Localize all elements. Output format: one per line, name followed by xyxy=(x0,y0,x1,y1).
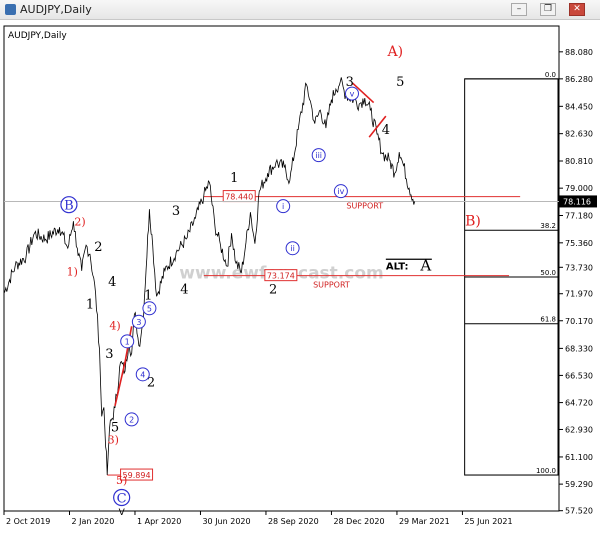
y-tick-label: 80.810 xyxy=(565,157,593,166)
chart-window: AUDJPY,Daily – ❐ ✕ AUDJPY,Dailywww.ewfor… xyxy=(0,0,600,538)
x-tick-label: 28 Sep 2020 xyxy=(268,517,319,526)
wave-label: 5 xyxy=(396,75,404,90)
chart-window-icon xyxy=(5,4,16,15)
wave-label-red: 1) xyxy=(67,265,78,278)
wave-label: 2 xyxy=(94,240,102,255)
y-tick-label: 64.720 xyxy=(565,399,593,408)
x-tick-label: 28 Dec 2020 xyxy=(333,517,384,526)
y-tick-label: 88.080 xyxy=(565,48,593,57)
y-tick-label: 62.930 xyxy=(565,425,593,434)
minimize-button[interactable]: – xyxy=(511,3,527,16)
y-tick-label: 77.180 xyxy=(565,211,593,220)
support-price-label: 73.174 xyxy=(267,272,295,281)
wave-label: 4 xyxy=(382,123,390,138)
x-tick-label: 25 Jun 2021 xyxy=(464,517,512,526)
wave-label-blue: iii xyxy=(315,151,322,160)
x-tick-label: 2 Oct 2019 xyxy=(6,517,50,526)
support-label: SUPPORT xyxy=(313,281,350,290)
wave-label: 3 xyxy=(105,347,113,362)
wave-label-major: B xyxy=(64,199,74,214)
x-tick-label: 1 Apr 2020 xyxy=(137,517,181,526)
y-tick-label: 68.330 xyxy=(565,344,593,353)
wave-label-blue: 1 xyxy=(125,337,130,346)
wave-label-blue: 4 xyxy=(140,370,145,379)
fib-level-label: 38.2 xyxy=(540,222,556,230)
window-title: AUDJPY,Daily xyxy=(20,3,92,16)
y-tick-label: 84.450 xyxy=(565,102,593,111)
wave-label-blue: ii xyxy=(290,244,294,253)
y-tick-label: 86.280 xyxy=(565,75,593,84)
x-tick-label: 29 Mar 2021 xyxy=(399,517,450,526)
wave-label: 4 xyxy=(180,282,188,297)
alt-label: ALT: xyxy=(386,261,409,272)
window-titlebar: AUDJPY,Daily – ❐ ✕ xyxy=(0,0,600,20)
y-tick-label: 75.360 xyxy=(565,239,593,248)
symbol-label: AUDJPY,Daily xyxy=(8,31,67,41)
y-tick-label: 79.000 xyxy=(565,184,593,193)
y-tick-label: 70.170 xyxy=(565,317,593,326)
wave-label: 1 xyxy=(230,171,238,186)
wave-label: 1 xyxy=(144,288,152,303)
restore-button[interactable]: ❐ xyxy=(540,3,556,16)
fib-level-label: 0.0 xyxy=(545,71,556,79)
fib-level-label: 61.8 xyxy=(540,316,556,324)
y-tick-label: 73.730 xyxy=(565,263,593,272)
y-tick-label: 61.100 xyxy=(565,453,593,462)
y-tick-label: 82.630 xyxy=(565,130,593,139)
wave-label: 3 xyxy=(172,204,180,219)
x-tick-label: 2 Jan 2020 xyxy=(71,517,114,526)
wave-label-blue: 2 xyxy=(129,415,134,424)
wave-label-red: 2) xyxy=(74,216,85,229)
wave-label-blue: v xyxy=(350,90,355,99)
y-tick-label: 59.290 xyxy=(565,480,593,489)
wave-label: 4 xyxy=(108,275,116,290)
y-tick-label: 57.520 xyxy=(565,507,593,516)
low-marker: V xyxy=(119,508,126,518)
fib-level-label: 50.0 xyxy=(540,269,556,277)
wave-label-red: 4) xyxy=(109,319,120,332)
wave-label-red: B) xyxy=(465,214,481,230)
y-tick-label: 71.970 xyxy=(565,290,593,299)
close-button[interactable]: ✕ xyxy=(569,3,585,16)
y-tick-label: 66.530 xyxy=(565,371,593,380)
wave-label-red: 3) xyxy=(108,433,119,446)
price-chart[interactable]: AUDJPY,Dailywww.ewforecast.com88.08086.2… xyxy=(0,20,600,538)
wave-label-major: C xyxy=(117,491,127,506)
x-tick-label: 30 Jun 2020 xyxy=(202,517,250,526)
wave-label-red: 5) xyxy=(116,474,127,487)
current-price-label: 78.116 xyxy=(563,197,591,206)
wave-label-blue: 3 xyxy=(136,318,141,327)
wave-label-blue: i xyxy=(282,202,284,211)
wave-label: 2 xyxy=(269,282,277,297)
fib-level-label: 100.0 xyxy=(536,467,556,475)
wave-label: 1 xyxy=(86,297,94,312)
wave-label-blue: 5 xyxy=(147,304,152,313)
wave-label-red: A) xyxy=(386,44,403,60)
support-label: SUPPORT xyxy=(346,202,383,211)
alt-wave-label: A xyxy=(419,256,431,274)
support-price-label: 78.440 xyxy=(225,193,253,202)
wave-label-blue: iv xyxy=(337,187,344,196)
